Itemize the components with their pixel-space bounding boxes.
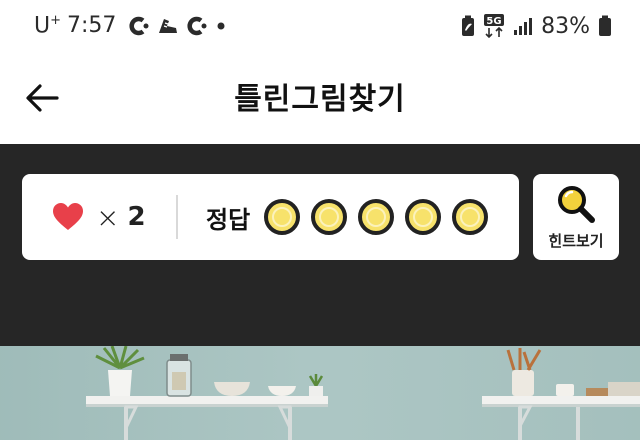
lives-indicator: × 2 bbox=[22, 201, 176, 234]
heart-icon bbox=[53, 203, 83, 230]
answer-slots bbox=[264, 199, 489, 235]
game-panel: × 2 정답 힌트보기 bbox=[0, 144, 640, 346]
page-title: 틀린그림찾기 bbox=[234, 82, 406, 117]
dot-icon bbox=[214, 19, 228, 33]
magnifier-icon bbox=[558, 185, 595, 223]
hint-label: 힌트보기 bbox=[548, 231, 604, 250]
c-notification-icon bbox=[186, 16, 208, 36]
kitchen-shelf-illustration bbox=[0, 346, 640, 440]
multiply-sign: × bbox=[96, 200, 120, 234]
svg-text:5G: 5G bbox=[487, 16, 502, 27]
battery-saver-icon bbox=[461, 15, 475, 37]
status-bar: U+ 7:57 5G 83% bbox=[0, 0, 640, 52]
puzzle-image[interactable] bbox=[0, 346, 640, 440]
notification-icons bbox=[128, 15, 228, 37]
lives-count: 2 bbox=[127, 202, 146, 232]
answer-slot bbox=[311, 199, 348, 235]
5g-icon: 5G bbox=[483, 14, 505, 38]
signal-icon bbox=[513, 16, 533, 36]
battery-percent: 83% bbox=[541, 13, 590, 39]
carrier-label: U+ bbox=[34, 13, 62, 39]
answers-label: 정답 bbox=[206, 205, 251, 234]
score-card: × 2 정답 bbox=[22, 174, 519, 260]
battery-icon bbox=[598, 15, 612, 37]
answer-slot bbox=[358, 199, 395, 235]
status-right: 5G 83% bbox=[461, 14, 612, 39]
clock: 7:57 bbox=[67, 13, 117, 39]
answers-indicator: 정답 bbox=[178, 199, 489, 235]
answer-slot bbox=[452, 199, 489, 235]
c-notification-icon bbox=[128, 16, 150, 36]
app-header: 틀린그림찾기 bbox=[0, 52, 640, 144]
sneaker-icon bbox=[156, 15, 180, 37]
status-left: U+ 7:57 bbox=[34, 13, 228, 39]
answer-slot bbox=[405, 199, 442, 235]
answer-slot bbox=[264, 199, 301, 235]
hint-button[interactable]: 힌트보기 bbox=[533, 174, 619, 260]
